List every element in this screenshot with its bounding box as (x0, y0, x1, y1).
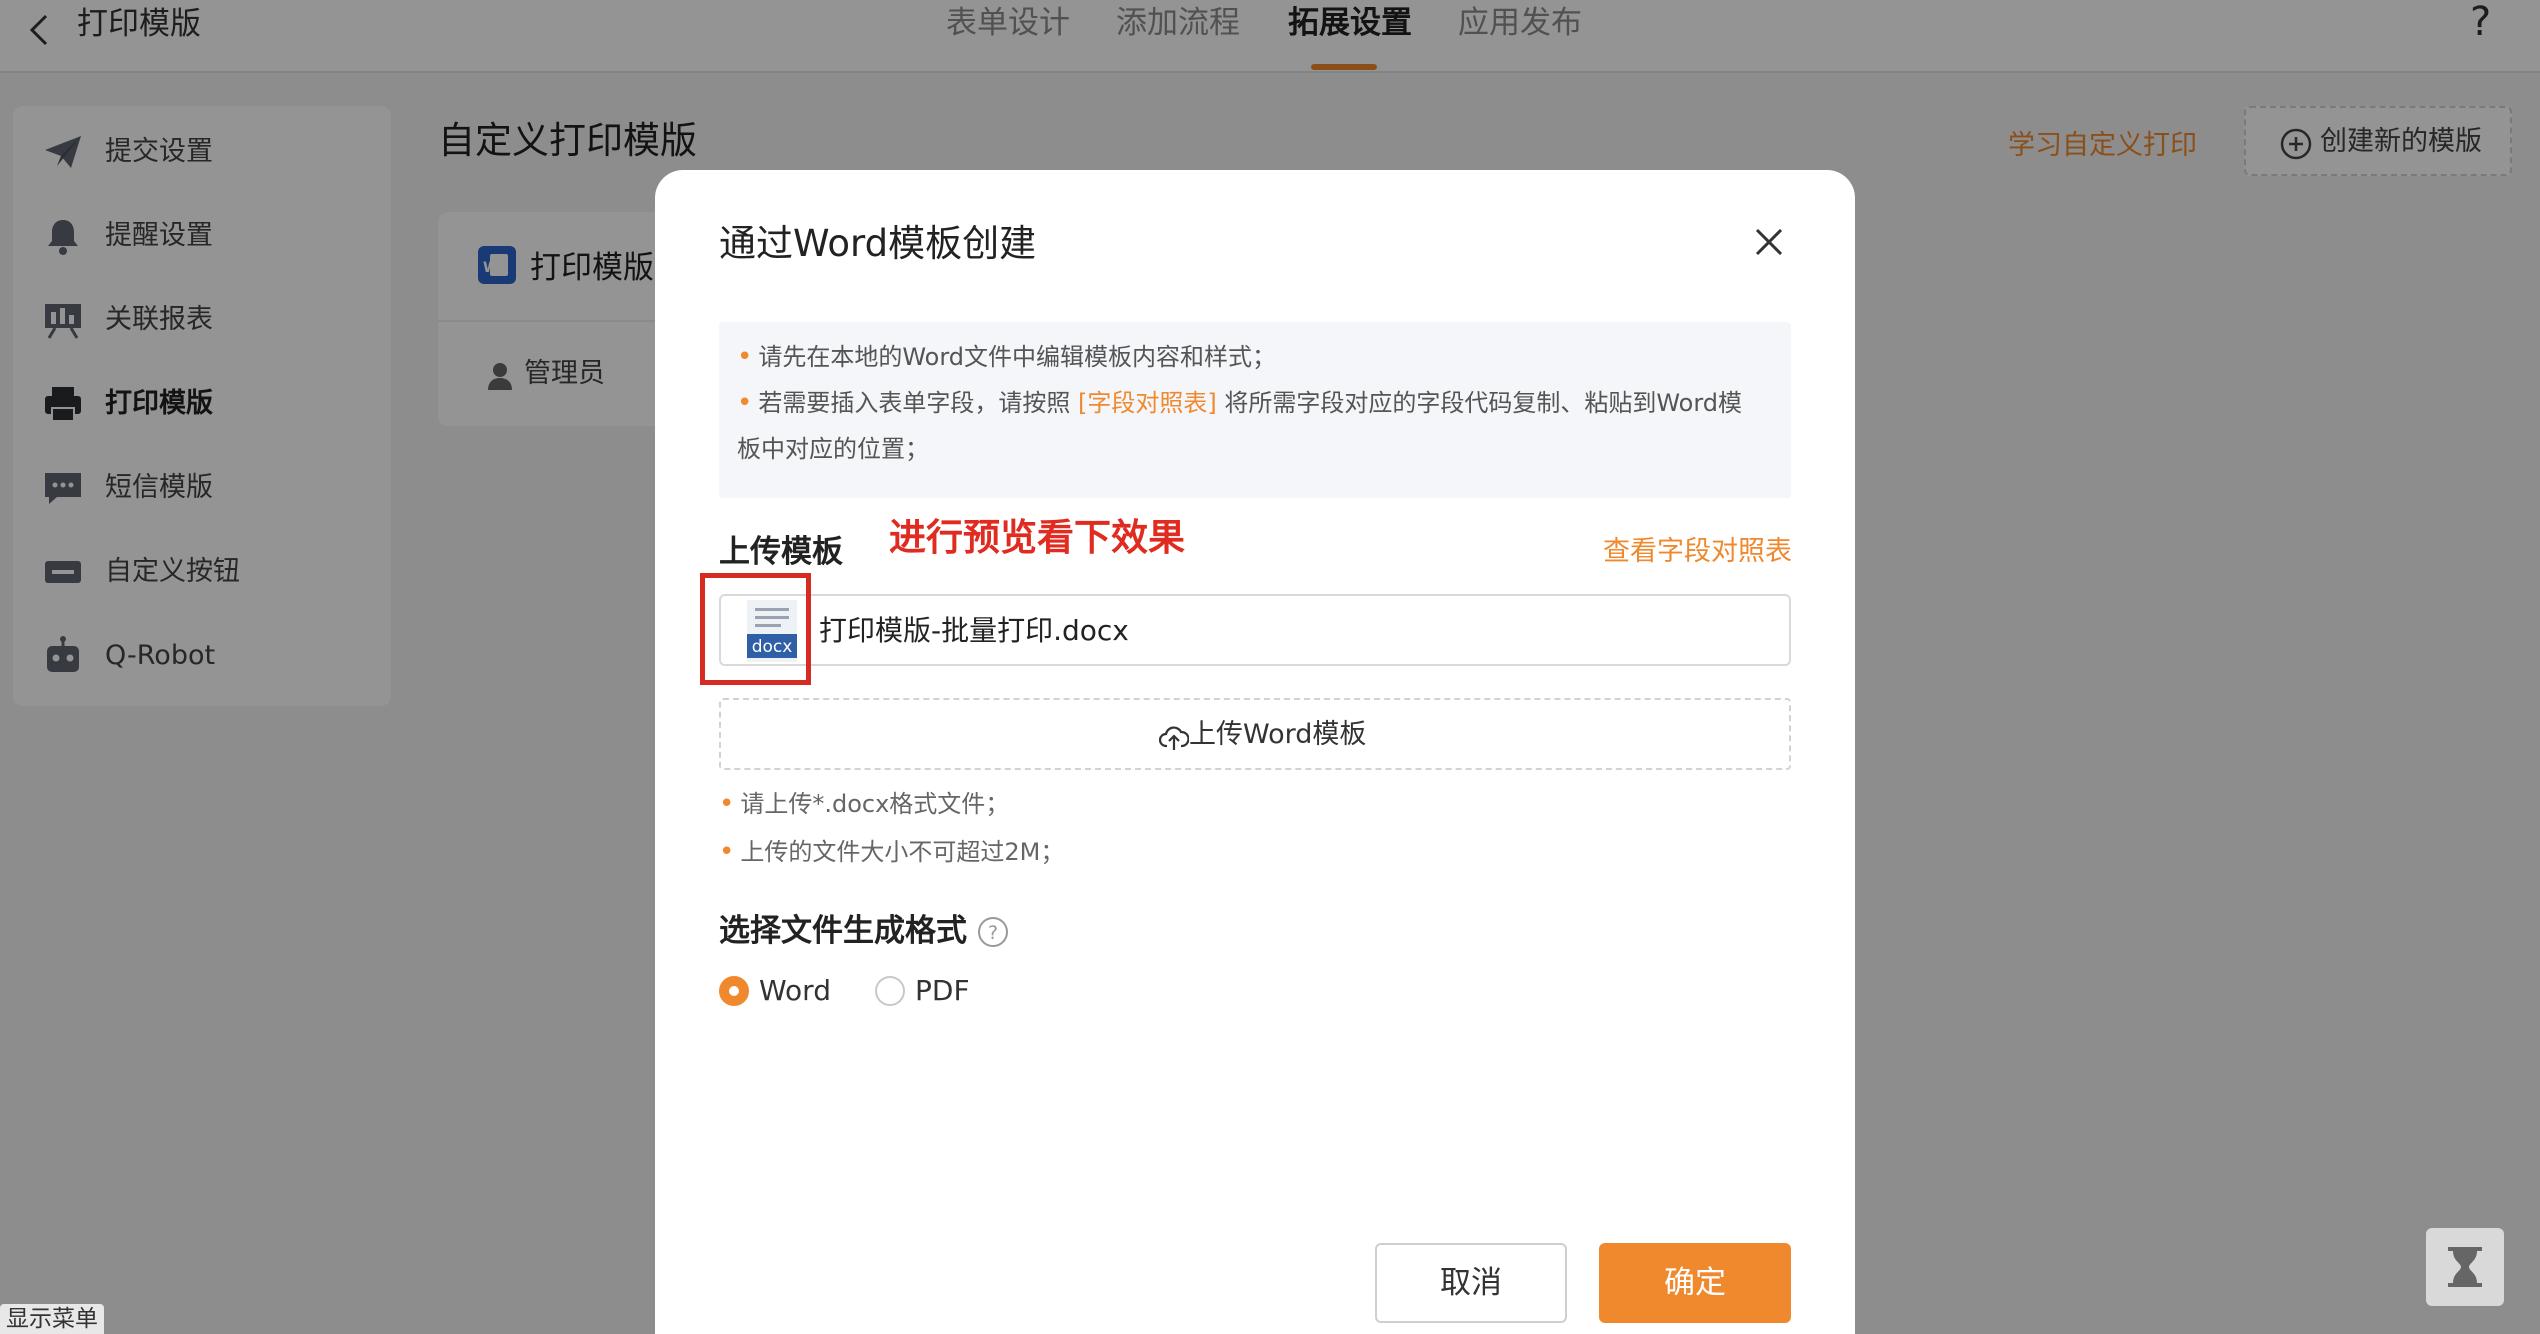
radio-circle (719, 976, 749, 1006)
radio-circle (875, 976, 905, 1006)
tip-line-3: 板中对应的位置； (737, 435, 929, 463)
file-name: 打印模版-批量打印.docx (819, 614, 1129, 647)
format-radio-word[interactable]: Word (719, 970, 839, 1010)
tip-line-2: • 若需要插入表单字段，请按照 [字段对照表] 将所需字段对应的字段代码复制、粘贴… (737, 388, 1743, 418)
svg-text:?: ? (988, 922, 998, 944)
annotation-highlight-box (700, 573, 811, 685)
preview-annotation: 进行预览看下效果 (889, 516, 1185, 559)
output-format-label: 选择文件生成格式 (719, 913, 967, 949)
uploaded-file-row[interactable]: docx 打印模版-批量打印.docx (719, 594, 1791, 666)
confirm-button[interactable]: 确定 (1599, 1243, 1791, 1323)
radio-label: PDF (915, 974, 970, 1007)
upload-rule-size: • 上传的文件大小不可超过2M； (719, 837, 1065, 867)
hourglass-icon (2448, 1247, 2482, 1287)
upload-template-label: 上传模板 (719, 534, 843, 570)
tip-line-1: • 请先在本地的Word文件中编辑模板内容和样式； (737, 342, 1277, 372)
format-radio-pdf[interactable]: PDF (875, 970, 985, 1010)
upload-rule-format: • 请上传*.docx格式文件； (719, 789, 1010, 819)
instructions-box: • 请先在本地的Word文件中编辑模板内容和样式； • 若需要插入表单字段，请按照 … (719, 322, 1791, 498)
field-map-inline-link[interactable]: [字段对照表] (1078, 389, 1217, 417)
upload-button-label: 上传Word模板 (1189, 719, 1367, 750)
show-menu-button[interactable]: 显示菜单 (0, 1304, 104, 1334)
upload-word-template-button[interactable]: 上传Word模板 (719, 698, 1791, 770)
loading-widget[interactable] (2426, 1228, 2504, 1306)
help-circle-icon[interactable]: ? (977, 916, 1009, 948)
radio-label: Word (759, 974, 831, 1007)
cancel-button[interactable]: 取消 (1375, 1243, 1567, 1323)
word-template-dialog: 通过Word模板创建 • 请先在本地的Word文件中编辑模板内容和样式； • 若需要… (655, 170, 1855, 1334)
cloud-upload-icon (1159, 726, 1189, 750)
close-icon[interactable] (1751, 224, 1787, 260)
dialog-title: 通过Word模板创建 (719, 222, 1037, 265)
view-field-map-link[interactable]: 查看字段对照表 (1603, 534, 1792, 570)
